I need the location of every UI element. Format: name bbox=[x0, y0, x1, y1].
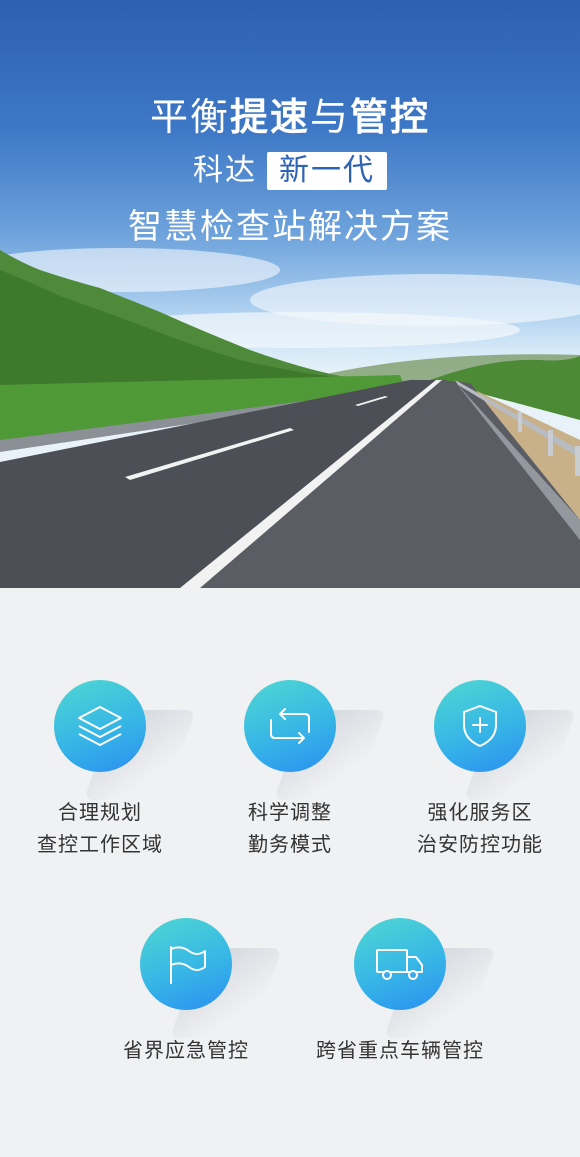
feature-item-cross-province-vehicles: 跨省重点车辆管控 bbox=[300, 918, 500, 1066]
feature-label-line: 省界应急管控 bbox=[123, 1038, 249, 1062]
feature-label: 省界应急管控 bbox=[86, 1034, 286, 1066]
hero-title-part: 与 bbox=[310, 95, 351, 139]
new-generation-tag: 新一代 bbox=[267, 152, 387, 190]
shield-plus-icon bbox=[434, 680, 526, 772]
feature-item-zone-planning: 合理规划 查控工作区域 bbox=[0, 680, 200, 860]
feature-label-line: 勤务模式 bbox=[248, 832, 332, 856]
hero-banner: 平衡提速与管控 科达 新一代 智慧检查站解决方案 bbox=[0, 0, 580, 588]
cycle-icon bbox=[244, 680, 336, 772]
hero-subtitle: 科达 新一代 bbox=[0, 150, 580, 192]
feature-label-line: 跨省重点车辆管控 bbox=[316, 1038, 484, 1062]
feature-label-line: 合理规划 bbox=[58, 800, 142, 824]
feature-label: 科学调整 勤务模式 bbox=[190, 796, 390, 860]
hero-title: 平衡提速与管控 bbox=[0, 92, 580, 142]
hero-title-bold: 提速 bbox=[229, 95, 310, 139]
feature-label-line: 查控工作区域 bbox=[37, 832, 163, 856]
hero-title-bold: 管控 bbox=[350, 95, 431, 139]
feature-label: 强化服务区 治安防控功能 bbox=[380, 796, 580, 860]
hero-title-part: 平衡 bbox=[149, 95, 230, 139]
feature-label: 合理规划 查控工作区域 bbox=[0, 796, 200, 860]
feature-item-border-emergency: 省界应急管控 bbox=[86, 918, 286, 1066]
feature-item-duty-mode: 科学调整 勤务模式 bbox=[190, 680, 390, 860]
layers-icon bbox=[54, 680, 146, 772]
hero-solution-title: 智慧检查站解决方案 bbox=[128, 207, 452, 247]
truck-icon bbox=[354, 918, 446, 1010]
highway-photo bbox=[0, 248, 580, 588]
flag-icon bbox=[140, 918, 232, 1010]
feature-label-line: 强化服务区 bbox=[427, 800, 533, 824]
brand-name: 科达 bbox=[193, 153, 257, 188]
feature-label-line: 治安防控功能 bbox=[417, 832, 543, 856]
feature-item-service-area: 强化服务区 治安防控功能 bbox=[380, 680, 580, 860]
feature-label: 跨省重点车辆管控 bbox=[300, 1034, 500, 1066]
features-section: 合理规划 查控工作区域 科学调整 勤务模式 强化服务区 治安防控功能 省界应急管… bbox=[0, 588, 580, 1157]
feature-label-line: 科学调整 bbox=[248, 800, 332, 824]
